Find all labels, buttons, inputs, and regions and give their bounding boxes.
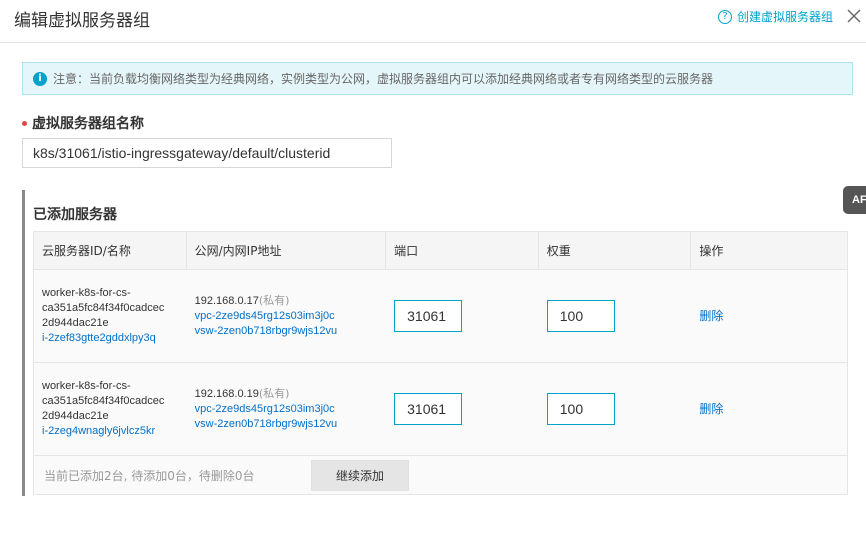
weight-input[interactable] xyxy=(546,300,615,332)
column-header-ip: 公网/内网IP地址 xyxy=(187,232,387,269)
dialog-header: 编辑虚拟服务器组 ? 创建虚拟服务器组 xyxy=(0,0,866,43)
instance-name-line: 2d944dac21e xyxy=(42,317,109,329)
delete-link[interactable]: 删除 xyxy=(699,309,847,324)
port-cell xyxy=(386,363,539,455)
table-row: worker-k8s-for-cs- ca351a5fc84f34f0cadce… xyxy=(34,363,847,456)
action-cell: 删除 xyxy=(691,363,847,455)
delete-link[interactable]: 删除 xyxy=(699,402,847,417)
create-link-label: 创建虚拟服务器组 xyxy=(737,10,834,24)
weight-cell xyxy=(539,270,692,362)
notice-banner: i 注意：当前负载均衡网络类型为经典网络，实例类型为公网，虚拟服务器组内可以添加… xyxy=(22,62,853,95)
group-name-input[interactable] xyxy=(22,138,392,168)
table-header: 云服务器ID/名称 公网/内网IP地址 端口 权重 操作 xyxy=(34,232,847,270)
dialog-title: 编辑虚拟服务器组 xyxy=(14,11,150,31)
instance-cell: worker-k8s-for-cs- ca351a5fc84f34f0cadce… xyxy=(34,270,187,362)
instance-id-link[interactable]: i-2zeg4wnagly6jvlcz5kr xyxy=(42,424,187,439)
weight-cell xyxy=(539,363,692,455)
instance-id-link[interactable]: i-2zef83gtte2gddxlpy3q xyxy=(42,331,187,346)
ip-type: (私有) xyxy=(258,387,290,400)
instance-name-line: ca351a5fc84f34f0cadcec xyxy=(42,395,165,407)
table-footer: 当前已添加2台, 待添加0台，待删除0台 继续添加 xyxy=(34,456,847,494)
vswitch-link[interactable]: vsw-2zen0b718rbgr9wjs12vu xyxy=(195,417,387,432)
group-name-label-text: 虚拟服务器组名称 xyxy=(32,116,144,132)
instance-name-line: 2d944dac21e xyxy=(42,410,109,422)
port-cell xyxy=(386,270,539,362)
info-icon: i xyxy=(33,71,47,86)
vswitch-link[interactable]: vsw-2zen0b718rbgr9wjs12vu xyxy=(195,324,387,339)
ip-cell: 192.168.0.17(私有) vpc-2ze9ds45rg12s03im3j… xyxy=(187,270,387,362)
port-input[interactable] xyxy=(394,300,463,332)
section-title: 已添加服务器 xyxy=(33,207,117,223)
instance-name-line: worker-k8s-for-cs- xyxy=(42,287,131,299)
ip-cell: 192.168.0.19(私有) vpc-2ze9ds45rg12s03im3j… xyxy=(187,363,387,455)
weight-input[interactable] xyxy=(546,393,615,425)
ip-address: 192.168.0.19(私有) xyxy=(194,387,290,400)
action-cell: 删除 xyxy=(691,270,847,362)
column-header-port: 端口 xyxy=(386,232,539,269)
help-circle-icon: ? xyxy=(718,9,732,24)
instance-cell: worker-k8s-for-cs- ca351a5fc84f34f0cadce… xyxy=(34,363,187,455)
column-header-weight: 权重 xyxy=(539,232,692,269)
table-row: worker-k8s-for-cs- ca351a5fc84f34f0cadce… xyxy=(34,270,847,363)
notice-text: 注意：当前负载均衡网络类型为经典网络，实例类型为公网，虚拟服务器组内可以添加经典… xyxy=(53,72,714,86)
instance-name-line: worker-k8s-for-cs- xyxy=(42,380,131,392)
port-input[interactable] xyxy=(394,393,463,425)
side-tab[interactable]: AF xyxy=(843,186,866,214)
summary-text: 当前已添加2台, 待添加0台，待删除0台 xyxy=(44,468,255,483)
instance-name-line: ca351a5fc84f34f0cadcec xyxy=(42,302,165,314)
column-header-instance: 云服务器ID/名称 xyxy=(34,232,187,269)
vpc-link[interactable]: vpc-2ze9ds45rg12s03im3j0c xyxy=(195,402,387,417)
added-servers-section: 已添加服务器 云服务器ID/名称 公网/内网IP地址 端口 权重 操作 work… xyxy=(22,190,848,496)
continue-add-button[interactable]: 继续添加 xyxy=(311,459,409,491)
required-indicator xyxy=(22,120,27,126)
close-icon[interactable] xyxy=(844,6,864,26)
vpc-link[interactable]: vpc-2ze9ds45rg12s03im3j0c xyxy=(195,309,387,324)
ip-type: (私有) xyxy=(258,294,290,307)
group-name-label: 虚拟服务器组名称 xyxy=(22,113,144,133)
ip-address: 192.168.0.17(私有) xyxy=(194,294,290,307)
servers-table: 云服务器ID/名称 公网/内网IP地址 端口 权重 操作 worker-k8s-… xyxy=(33,231,848,495)
create-server-group-link[interactable]: ? 创建虚拟服务器组 xyxy=(718,8,833,25)
column-header-action: 操作 xyxy=(699,244,724,258)
